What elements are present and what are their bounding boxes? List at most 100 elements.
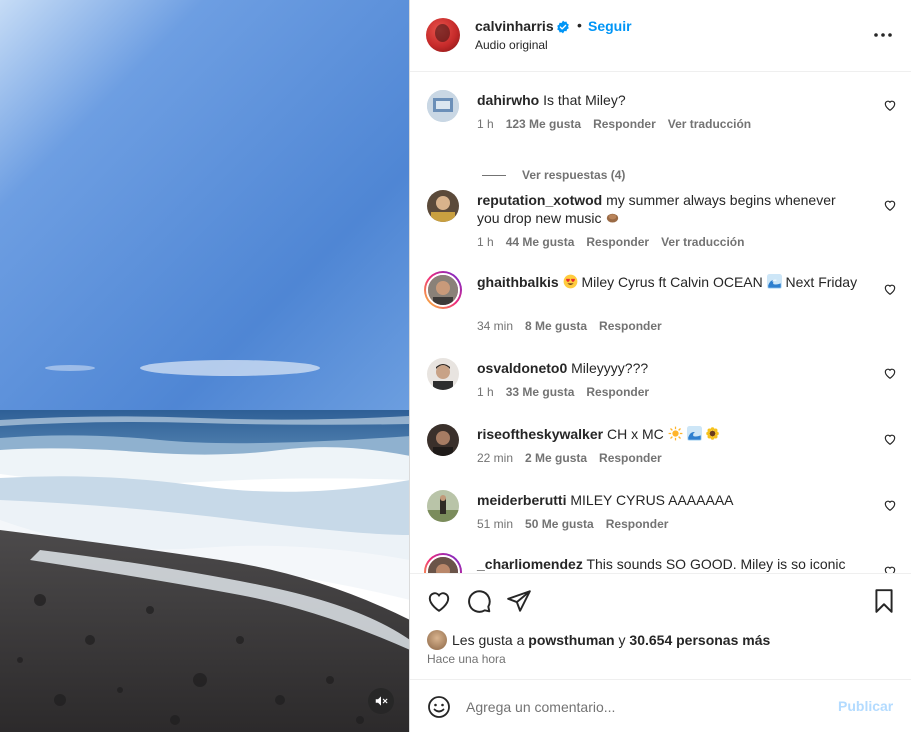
like-heart-icon[interactable]	[426, 588, 452, 614]
post-actions-bar: Les gusta a powsthuman y 30.654 personas…	[410, 573, 911, 679]
comment-body: Miley Cyrus ft Calvin OCEAN	[581, 274, 763, 290]
commenter-avatar[interactable]	[427, 90, 459, 122]
beach-video-frame	[0, 0, 409, 732]
comments-list[interactable]: dahirwho Is that Miley? 1 h 123 Me gusta R…	[410, 72, 911, 573]
comment-username[interactable]: ghaithbalkis	[477, 274, 559, 290]
like-heart-icon[interactable]	[883, 564, 897, 573]
comment-text: dahirwho Is that Miley?	[477, 91, 859, 109]
comment-likes[interactable]: 33 Me gusta	[506, 385, 575, 399]
post-video[interactable]	[0, 0, 410, 732]
comment-username[interactable]: dahirwho	[477, 92, 539, 108]
likes-joiner: y	[618, 632, 626, 648]
comment-username[interactable]: osvaldoneto0	[477, 360, 567, 376]
comment-body-continued: Next Friday	[785, 274, 858, 290]
verified-badge-icon	[557, 20, 569, 34]
view-replies-label: Ver respuestas (4)	[522, 168, 626, 182]
emoji-picker-icon[interactable]	[427, 695, 451, 719]
post-side-panel: calvinharris • Seguir Audio original dah…	[410, 0, 911, 732]
author-avatar[interactable]	[426, 18, 460, 52]
comment-text: ghaithbalkis Miley Cyrus ft Calvin OCEAN…	[477, 273, 859, 291]
comment-username[interactable]: reputation_xotwod	[477, 192, 602, 208]
likes-prefix: Les gusta a	[452, 632, 525, 648]
comment-time[interactable]: 1 h	[477, 385, 494, 399]
comment-bubble-icon[interactable]	[466, 588, 492, 614]
share-paper-plane-icon[interactable]	[506, 588, 532, 614]
comment-likes[interactable]: 2 Me gusta	[525, 451, 587, 465]
comment-meta: 22 min 2 Me gusta Responder	[477, 451, 674, 465]
comment-likes[interactable]: 44 Me gusta	[506, 235, 575, 249]
publish-button[interactable]: Publicar	[838, 698, 893, 714]
commenter-avatar[interactable]	[427, 424, 459, 456]
muted-audio-icon	[375, 696, 388, 706]
view-replies-button[interactable]: Ver respuestas (4)	[482, 168, 625, 182]
comment-username[interactable]: _charliomendez	[477, 556, 583, 572]
audio-label[interactable]: Audio original	[475, 38, 548, 52]
commenter-avatar[interactable]	[427, 190, 459, 222]
comment-text: osvaldoneto0 Mileyyyy???	[477, 359, 859, 377]
comment-text: _charliomendez This sounds SO GOOD. Mile…	[477, 555, 859, 573]
comment-meta: 1 h 123 Me gusta Responder Ver traducción	[477, 117, 763, 131]
like-heart-icon[interactable]	[883, 498, 897, 512]
reply-button[interactable]: Responder	[599, 451, 662, 465]
comment-time[interactable]: 1 h	[477, 117, 494, 131]
avatar-photo	[428, 275, 458, 305]
commenter-avatar-story[interactable]	[424, 271, 462, 309]
follow-button[interactable]: Seguir	[588, 18, 632, 34]
comment-likes[interactable]: 50 Me gusta	[525, 517, 594, 531]
clapping-hands-emoji-icon	[607, 213, 619, 223]
post-header: calvinharris • Seguir Audio original	[410, 0, 911, 72]
reply-button[interactable]: Responder	[606, 517, 669, 531]
like-heart-icon[interactable]	[883, 366, 897, 380]
avatar-photo	[427, 424, 459, 456]
comment-body: CH x MC	[606, 426, 664, 442]
comment-text: reputation_xotwod my summer always begin…	[477, 191, 859, 227]
comment-likes[interactable]: 8 Me gusta	[525, 319, 587, 333]
comment-composer: Publicar	[410, 679, 911, 732]
comment-time[interactable]: 1 h	[477, 235, 494, 249]
comment-input[interactable]	[466, 694, 826, 720]
separator-dot: •	[577, 17, 582, 33]
translate-button[interactable]: Ver traducción	[668, 117, 751, 131]
avatar-photo	[427, 90, 459, 122]
save-bookmark-icon[interactable]	[871, 588, 897, 614]
avatar-photo	[427, 490, 459, 522]
commenter-avatar-story[interactable]	[424, 553, 462, 573]
liker-username[interactable]: powsthuman	[528, 632, 614, 648]
comment-likes[interactable]: 123 Me gusta	[506, 117, 581, 131]
likes-count[interactable]: 30.654 personas más	[629, 632, 770, 648]
comment-username[interactable]: riseoftheskywalker	[477, 426, 603, 442]
reply-button[interactable]: Responder	[599, 319, 662, 333]
likes-summary: Les gusta a powsthuman y 30.654 personas…	[427, 630, 770, 650]
comment-meta: 51 min 50 Me gusta Responder	[477, 517, 680, 531]
like-heart-icon[interactable]	[883, 98, 897, 112]
post-timestamp[interactable]: Hace una hora	[427, 652, 506, 666]
translate-button[interactable]: Ver traducción	[661, 235, 744, 249]
avatar-photo	[427, 358, 459, 390]
replies-line	[482, 174, 506, 176]
comment-text: meiderberutti MILEY CYRUS AAAAAAA	[477, 491, 859, 509]
comment-time[interactable]: 34 min	[477, 319, 513, 333]
comment-body: Is that Miley?	[543, 92, 626, 108]
comment-body: Mileyyyy???	[571, 360, 649, 376]
reply-button[interactable]: Responder	[593, 117, 656, 131]
like-heart-icon[interactable]	[883, 198, 897, 212]
mute-button[interactable]	[368, 688, 394, 714]
reply-button[interactable]: Responder	[586, 235, 649, 249]
more-options-button[interactable]	[873, 25, 893, 45]
like-heart-icon[interactable]	[883, 282, 897, 296]
comment-meta: 1 h 33 Me gusta Responder	[477, 385, 661, 399]
reply-button[interactable]: Responder	[586, 385, 649, 399]
liker-avatar[interactable]	[427, 630, 447, 650]
like-heart-icon[interactable]	[883, 432, 897, 446]
wave-emoji-icon	[686, 426, 702, 441]
commenter-avatar[interactable]	[427, 490, 459, 522]
comment-text: riseoftheskywalker CH x MC	[477, 425, 859, 443]
comment-meta: 1 h 44 Me gusta Responder Ver traducción	[477, 235, 756, 249]
commenter-avatar[interactable]	[427, 358, 459, 390]
comment-time[interactable]: 51 min	[477, 517, 513, 531]
author-username[interactable]: calvinharris	[475, 18, 554, 34]
sun-emoji-icon	[668, 426, 683, 441]
post-modal: calvinharris • Seguir Audio original dah…	[0, 0, 911, 732]
comment-time[interactable]: 22 min	[477, 451, 513, 465]
comment-username[interactable]: meiderberutti	[477, 492, 566, 508]
